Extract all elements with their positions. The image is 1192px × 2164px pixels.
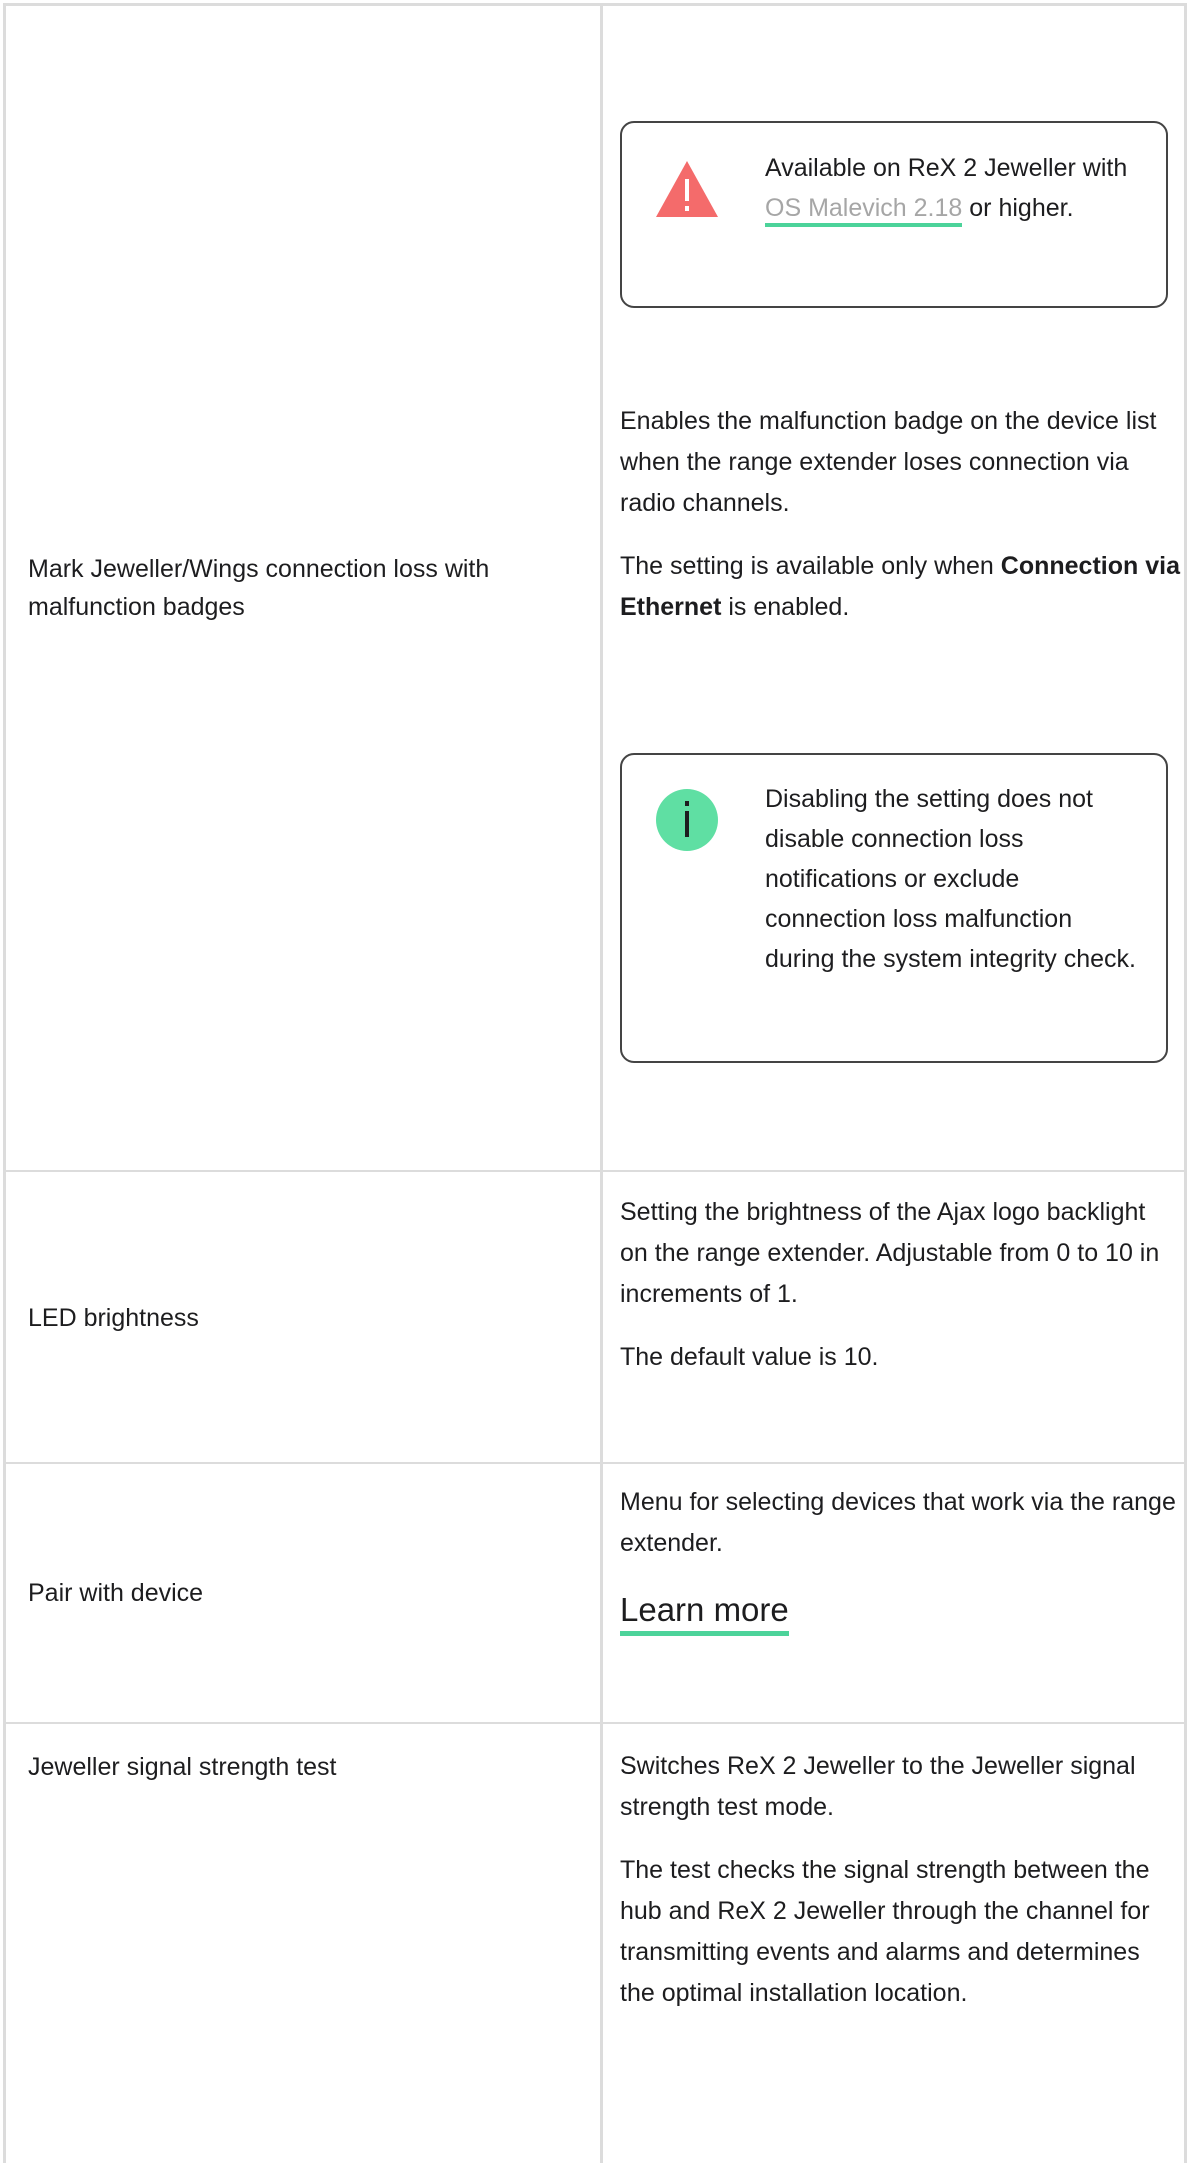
- info-circle-icon: [654, 787, 720, 858]
- setting-name: Pair with device: [28, 1579, 204, 1607]
- table-row-pair-with-device: Pair with device Menu for selecting devi…: [6, 1464, 1184, 1724]
- info-note-text: Disabling the setting does not disable c…: [765, 785, 1136, 973]
- warning-note: Available on ReX 2 Jeweller with OS Male…: [620, 121, 1168, 308]
- setting-name: LED brightness: [28, 1304, 199, 1332]
- description-paragraph: The test checks the signal strength betw…: [620, 1856, 1150, 2007]
- setting-description: Menu for selecting devices that work via…: [620, 1482, 1180, 1636]
- description-paragraph: Switches ReX 2 Jeweller to the Jeweller …: [620, 1752, 1136, 1821]
- os-version-link[interactable]: OS Malevich 2.18: [765, 194, 963, 227]
- settings-table: Mark Jeweller/Wings connection loss with…: [3, 3, 1187, 2163]
- description-paragraph: Menu for selecting devices that work via…: [620, 1488, 1176, 1557]
- warning-note-text: Available on ReX 2 Jeweller with OS Male…: [765, 148, 1145, 228]
- setting-name: Mark Jeweller/Wings connection loss with…: [28, 555, 490, 621]
- learn-more-link[interactable]: Learn more: [620, 1591, 789, 1636]
- description-paragraph: The default value is 10.: [620, 1343, 879, 1371]
- description-paragraph: The setting is available only when Conne…: [620, 552, 1180, 621]
- setting-description: Setting the brightness of the Ajax logo …: [620, 1192, 1180, 1378]
- warning-triangle-icon: [654, 159, 720, 224]
- table-row-malfunction-badges: Mark Jeweller/Wings connection loss with…: [6, 6, 1184, 1172]
- table-row-led-brightness: LED brightness Setting the brightness of…: [6, 1172, 1184, 1464]
- description-paragraph: Enables the malfunction badge on the dev…: [620, 407, 1157, 517]
- setting-name: Jeweller signal strength test: [28, 1753, 337, 1781]
- setting-description: Enables the malfunction badge on the dev…: [620, 401, 1180, 628]
- learn-more-paragraph: Learn more: [620, 1588, 1180, 1636]
- setting-description: Switches ReX 2 Jeweller to the Jeweller …: [620, 1746, 1180, 2014]
- table-row-signal-strength-test: Jeweller signal strength test Switches R…: [6, 1724, 1184, 2164]
- info-note: Disabling the setting does not disable c…: [620, 753, 1168, 1063]
- description-paragraph: Setting the brightness of the Ajax logo …: [620, 1198, 1160, 1308]
